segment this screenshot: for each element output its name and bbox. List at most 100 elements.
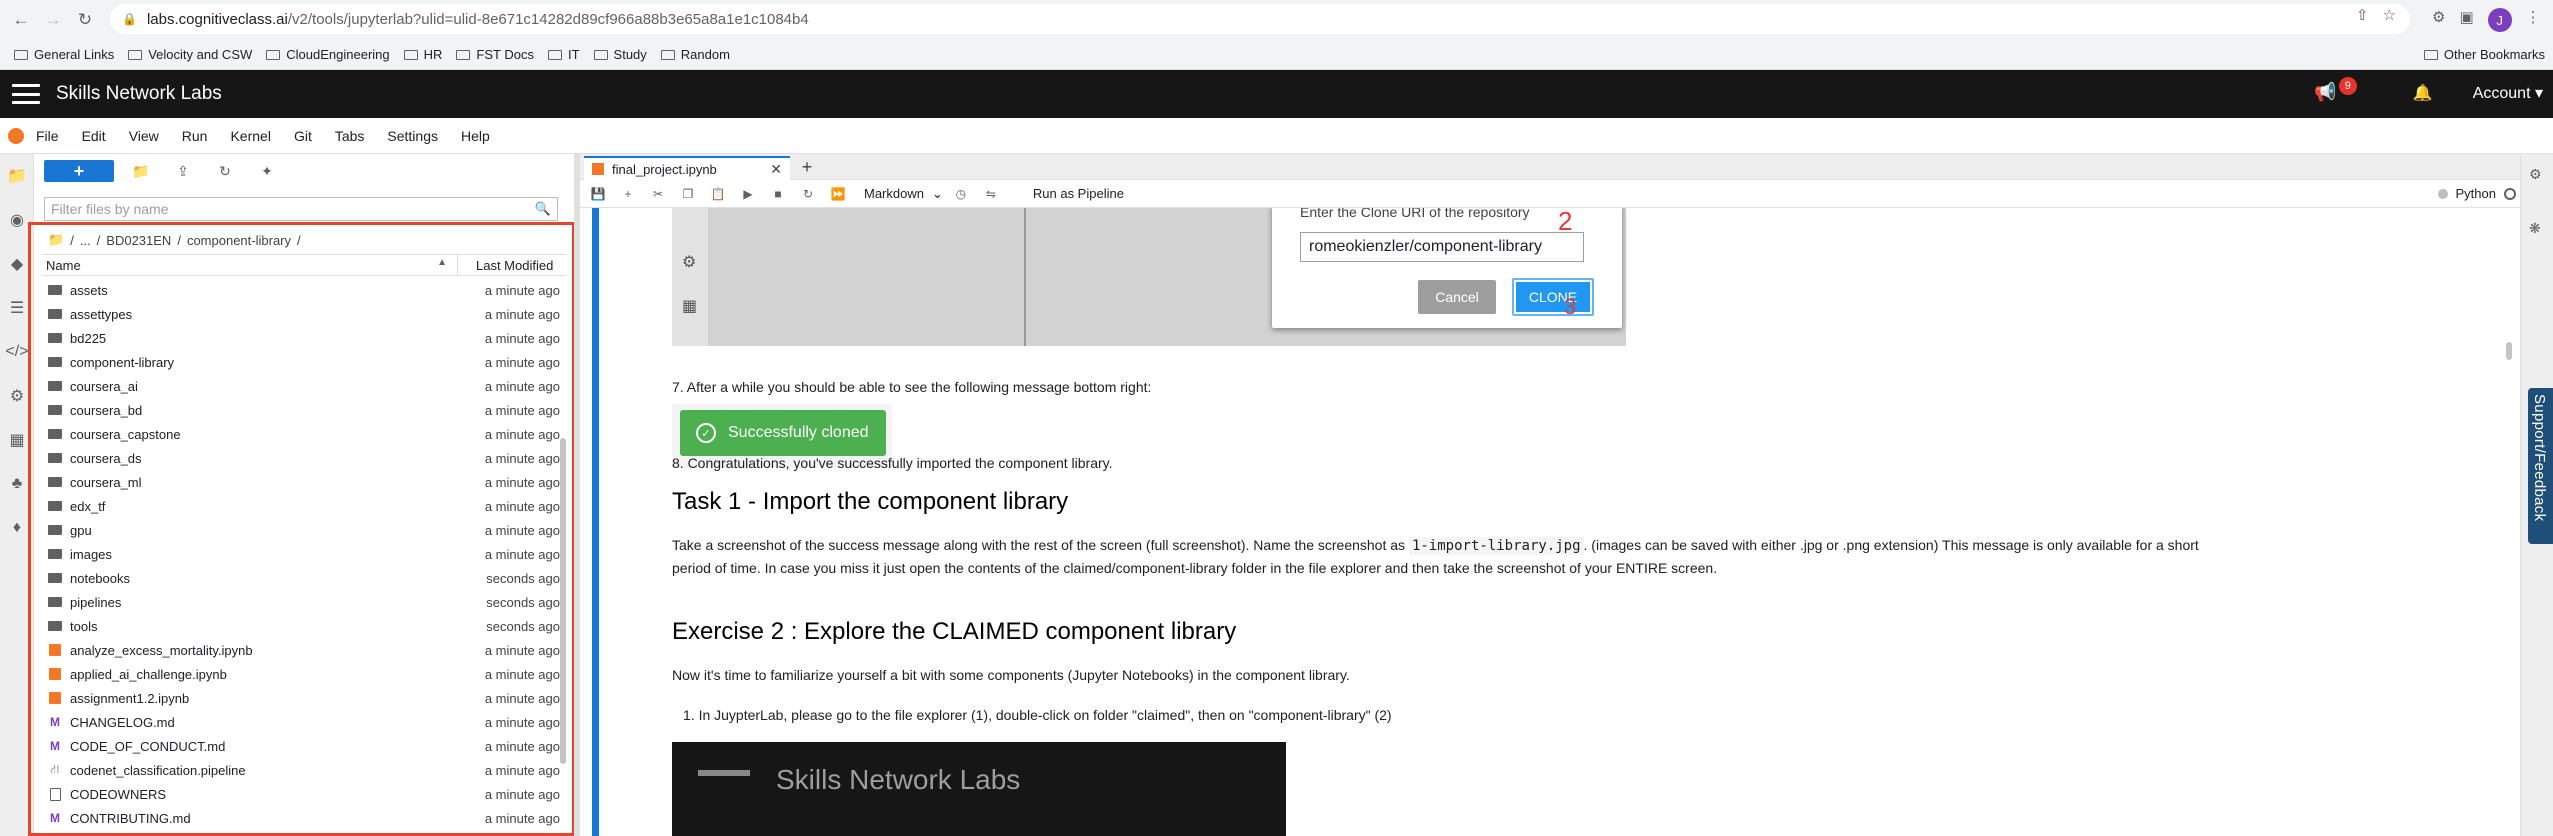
- save-icon[interactable]: 💾: [586, 182, 610, 206]
- browser-toolbar: ← → ↻ 🔒 labs.cognitiveclass.ai /v2/tools…: [0, 0, 2553, 40]
- clock-icon[interactable]: ◷: [949, 182, 973, 206]
- folder-icon: [128, 49, 143, 60]
- kernel-status[interactable]: Python: [2437, 186, 2516, 201]
- add-cell-icon[interactable]: +: [616, 182, 640, 206]
- folder-icon: [2423, 49, 2438, 60]
- gear-icon: ⚙: [682, 254, 697, 271]
- kernel-dot-icon: [2437, 188, 2448, 199]
- filter-files-input[interactable]: Filter files by name 🔍: [44, 197, 558, 221]
- search-icon: 🔍: [534, 201, 551, 216]
- cancel-button: Cancel: [1418, 280, 1496, 314]
- hamburger-menu-icon[interactable]: [12, 84, 40, 104]
- step-7-text: 7. After a while you should be able to s…: [672, 379, 1152, 395]
- reload-icon[interactable]: ↻: [74, 9, 96, 31]
- tab-final-project[interactable]: final_project.ipynb ✕: [584, 156, 790, 180]
- bookmark-cloudengineering[interactable]: CloudEngineering: [266, 47, 390, 62]
- bookmark-velocity[interactable]: Velocity and CSW: [128, 47, 252, 62]
- new-tab-button[interactable]: +: [796, 156, 818, 178]
- clone-uri-input: romeokienzler/component-library: [1300, 232, 1584, 262]
- clone-dialog: Enter the Clone URI of the repository ro…: [1272, 208, 1622, 328]
- account-menu[interactable]: Account ▾: [2473, 83, 2543, 103]
- address-bar[interactable]: 🔒 labs.cognitiveclass.ai /v2/tools/jupyt…: [110, 4, 2410, 34]
- bookmark-fst-docs[interactable]: FST Docs: [456, 47, 534, 62]
- bookmark-general-links[interactable]: General Links: [14, 47, 114, 62]
- omnibox-actions: ⇧ ☆: [2356, 6, 2396, 24]
- notebook-scrollbar[interactable]: [2506, 342, 2512, 360]
- highlight-annotation: [28, 222, 575, 836]
- cell-type-select[interactable]: Markdown ⌄: [864, 186, 943, 202]
- menu-settings[interactable]: Settings: [387, 128, 438, 144]
- menu-run[interactable]: Run: [182, 128, 208, 144]
- run-icon[interactable]: ▶: [736, 182, 760, 206]
- folder-icon: [456, 49, 471, 60]
- profile-avatar[interactable]: J: [2487, 8, 2512, 32]
- bookmark-study[interactable]: Study: [593, 47, 647, 62]
- menu-help[interactable]: Help: [461, 128, 490, 144]
- embedded-screenshot-clone-dialog: ⚙ ▦ Enter the Clone URI of the repositor…: [672, 208, 1626, 346]
- run-as-pipeline-button[interactable]: Run as Pipeline: [1033, 186, 1124, 201]
- main-area: final_project.ipynb ✕ + 💾 + ✂ ❐ 📋 ▶ ■ ↻ …: [580, 154, 2520, 836]
- sidepanel-icon[interactable]: ▣: [2459, 8, 2473, 32]
- app-header: Skills Network Labs 📢 9 🔔 Account ▾: [0, 70, 2553, 118]
- dialog-label: Enter the Clone URI of the repository: [1300, 208, 1530, 220]
- lock-icon: 🔒: [122, 12, 137, 26]
- header-actions: 📢 9 🔔 Account ▾: [2314, 77, 2543, 103]
- new-folder-icon[interactable]: 📁: [130, 160, 152, 182]
- check-icon: ✓: [696, 423, 716, 443]
- screenshot-filename: 1-import-library.jpg: [1408, 537, 1584, 555]
- git-diff-icon[interactable]: ⇋: [979, 182, 1003, 206]
- chevron-down-icon: ⌄: [931, 185, 943, 201]
- back-icon[interactable]: ←: [10, 9, 32, 31]
- folder-icon: [14, 49, 28, 60]
- star-icon[interactable]: ☆: [2383, 6, 2396, 24]
- fast-forward-icon[interactable]: ⏩: [826, 182, 850, 206]
- bookmark-random[interactable]: Random: [660, 47, 730, 62]
- announcements-button[interactable]: 📢 9: [2314, 77, 2357, 103]
- upload-icon[interactable]: ⇪: [172, 160, 194, 182]
- file-browser-toolbar: + 📁 ⇪ ↻ ✦: [44, 160, 298, 182]
- exercise-2-step-1: 1. In JuypterLab, please go to the file …: [683, 707, 1392, 723]
- megaphone-icon: 📢: [2314, 82, 2337, 102]
- jupyter-menubar: File Edit View Run Kernel Git Tabs Setti…: [0, 118, 2553, 154]
- folder-icon: [547, 49, 562, 60]
- bookmark-other[interactable]: Other Bookmarks: [2423, 47, 2545, 62]
- step-number-3: 3: [1564, 294, 1577, 319]
- new-launcher-button[interactable]: +: [44, 160, 114, 182]
- exercise-2-heading: Exercise 2 : Explore the CLAIMED compone…: [672, 618, 1237, 645]
- notebook-icon: [592, 163, 604, 175]
- property-inspector-icon[interactable]: ⚙: [2529, 166, 2545, 182]
- refresh-icon[interactable]: ↻: [214, 160, 236, 182]
- chrome-menu-icon[interactable]: ⋮: [2526, 8, 2541, 32]
- screenshot-divider: [1024, 208, 1026, 346]
- git-clone-icon[interactable]: ✦: [256, 160, 278, 182]
- debugger-icon[interactable]: ❋: [2529, 220, 2545, 236]
- paste-icon[interactable]: 📋: [706, 182, 730, 206]
- menu-kernel[interactable]: Kernel: [230, 128, 270, 144]
- folder-icon: [660, 49, 675, 60]
- stop-icon[interactable]: ■: [766, 182, 790, 206]
- notebook-toolbar: 💾 + ✂ ❐ 📋 ▶ ■ ↻ ⏩ Markdown ⌄ ◷ ⇋ Run as P…: [580, 180, 2520, 208]
- extension-actions: ⚙ ▣ J ⋮: [2432, 8, 2541, 32]
- bell-icon[interactable]: 🔔: [2413, 83, 2433, 103]
- menu-tabs[interactable]: Tabs: [335, 128, 365, 144]
- copy-icon[interactable]: ❐: [676, 182, 700, 206]
- menu-edit[interactable]: Edit: [82, 128, 106, 144]
- folder-icon[interactable]: 📁: [0, 154, 34, 198]
- restart-icon[interactable]: ↻: [796, 182, 820, 206]
- menu-file[interactable]: File: [36, 128, 59, 144]
- support-feedback-button[interactable]: Support/Feedback: [2528, 388, 2553, 544]
- cut-icon[interactable]: ✂: [646, 182, 670, 206]
- menu-view[interactable]: View: [129, 128, 159, 144]
- bookmark-it[interactable]: IT: [547, 47, 580, 62]
- hamburger-menu-icon: [698, 770, 750, 776]
- forward-icon[interactable]: →: [42, 9, 64, 31]
- exercise-2-text: Now it's time to familiarize yourself a …: [672, 667, 1350, 683]
- notebook-content: ⚙ ▦ Enter the Clone URI of the repositor…: [580, 208, 2516, 836]
- share-icon[interactable]: ⇧: [2356, 6, 2369, 24]
- close-icon[interactable]: ✕: [770, 161, 782, 178]
- kernel-idle-icon: [2504, 187, 2516, 200]
- menu-git[interactable]: Git: [294, 128, 312, 144]
- extensions-icon[interactable]: ⚙: [2432, 8, 2445, 32]
- bookmark-hr[interactable]: HR: [403, 47, 442, 62]
- bookmarks-bar: General Links Velocity and CSW CloudEngi…: [0, 40, 2553, 70]
